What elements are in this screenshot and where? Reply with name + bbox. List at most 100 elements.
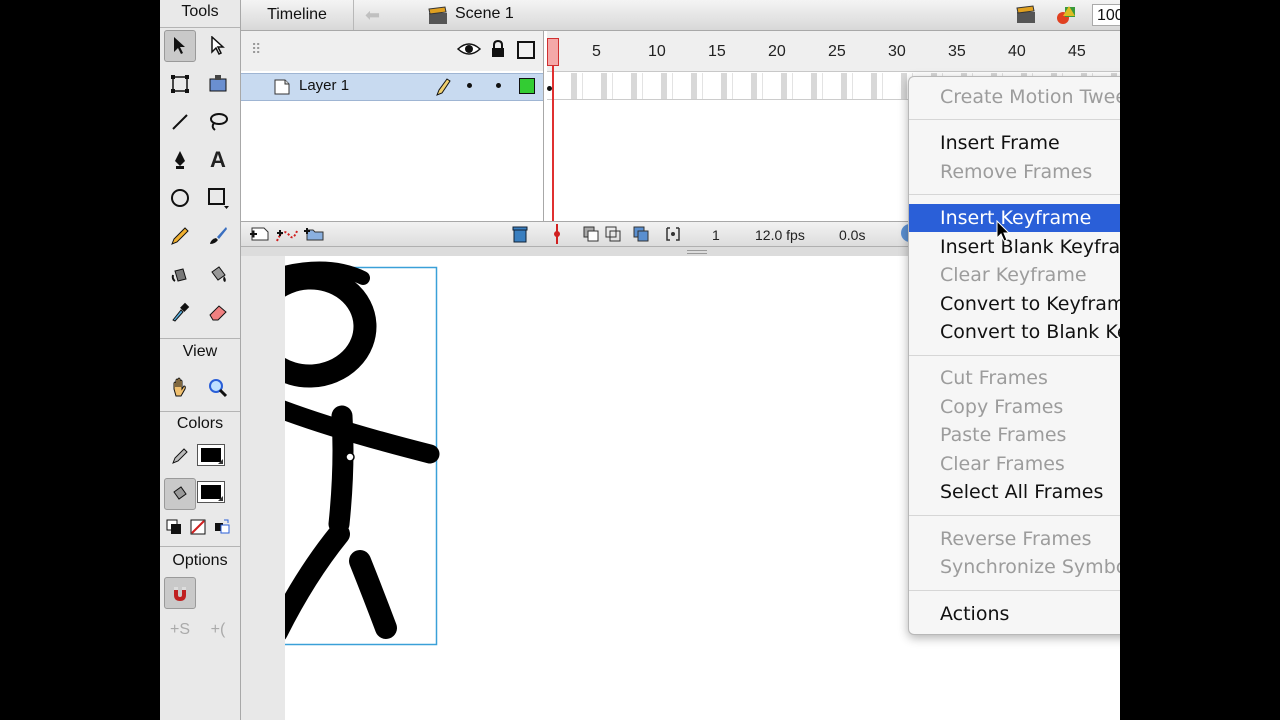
elapsed-time-label: 0.0s [839,227,866,243]
line-tool-icon[interactable] [164,106,196,138]
stroke-color-icon [164,440,196,472]
scene-clapper-icon [427,6,449,31]
splitter-grip [687,250,707,254]
outline-toggle-icon[interactable] [517,41,535,59]
menu-item-insert-keyframe[interactable]: Insert Keyframe [909,204,1120,232]
divider [160,338,240,339]
menu-item-select-all-frames[interactable]: Select All Frames [909,478,1120,506]
visibility-dot[interactable] [467,83,472,88]
playhead-line [552,66,554,221]
ruler-num: 25 [828,43,846,60]
zoom-tool-icon[interactable] [202,372,234,404]
scene-label[interactable]: Scene 1 [455,5,514,23]
brush-tool-icon[interactable] [202,220,234,252]
tools-title: Tools [181,3,219,20]
menu-separator [909,119,1120,120]
fill-color-icon [164,478,196,510]
ink-bottle-tool-icon[interactable] [164,258,196,290]
drag-handle-icon[interactable]: ⠿ [251,41,261,58]
onion-skin-outlines-icon[interactable] [605,226,621,245]
swap-colors-icon[interactable] [210,515,234,539]
layer-name[interactable]: Layer 1 [299,77,349,94]
menu-item-convert-to-keyframes[interactable]: Convert to Keyframes [909,290,1120,318]
hand-tool-icon[interactable] [164,372,196,404]
subselection-tool-icon[interactable] [202,30,234,62]
view-title: View [182,343,218,360]
menu-item-paste-frames: Paste Frames [940,424,1067,446]
playhead[interactable] [547,38,559,66]
paint-bucket-tool-icon[interactable] [202,258,234,290]
snap-to-objects-icon[interactable] [164,577,196,609]
no-color-icon[interactable] [186,515,210,539]
menu-item-clear-frames: Clear Frames [940,453,1065,475]
options-title: Options [172,552,228,569]
layer-page-icon [273,78,291,101]
eye-icon[interactable] [456,41,482,62]
colors-title: Colors [176,415,224,432]
current-frame-label: 1 [712,227,720,243]
menu-item-insert-frame[interactable]: Insert Frame [909,129,1120,157]
edit-symbols-icon[interactable] [1055,4,1079,31]
ruler-num: 45 [1068,43,1086,60]
menu-separator [909,590,1120,591]
outline-color-swatch[interactable] [519,78,535,94]
add-motion-guide-icon[interactable] [275,225,299,246]
eraser-tool-icon[interactable] [202,296,234,328]
layers-column: ⠿ Layer 1 [241,31,544,221]
stroke-color-swatch[interactable] [197,444,225,466]
fill-color-swatch[interactable] [197,481,225,503]
lock-icon[interactable] [490,39,506,64]
frame-context-menu: Create Motion Tween Insert Frame Remove … [908,76,1120,635]
frame-rate-label[interactable]: 12.0 fps [755,227,805,243]
menu-item-insert-blank-keyframe[interactable]: Insert Blank Keyframe [909,233,1120,261]
menu-separator [909,194,1120,195]
modify-onion-markers-icon[interactable] [665,226,681,245]
text-tool-icon[interactable]: A [202,144,234,176]
divider [160,411,240,412]
smooth-option-icon: +S [169,621,190,638]
free-transform-tool-icon[interactable] [164,68,196,100]
ruler-num: 10 [648,43,666,60]
menu-separator [909,515,1120,516]
lasso-tool-icon[interactable] [202,106,234,138]
lock-dot[interactable] [496,83,501,88]
menu-item-remove-frames: Remove Frames [940,161,1093,183]
layer-row[interactable]: Layer 1 [241,73,543,101]
gradient-transform-tool-icon[interactable] [202,68,234,100]
oval-tool-icon[interactable] [164,182,196,214]
ruler-num: 15 [708,43,726,60]
back-arrow-icon: ⬅ [365,5,381,25]
zoom-level-field[interactable]: 100% [1092,4,1120,26]
menu-item-create-motion-tween: Create Motion Tween [940,86,1120,108]
tab-timeline[interactable]: Timeline [241,0,354,30]
ruler-num: 20 [768,43,786,60]
menu-separator [909,355,1120,356]
ruler-num: 35 [948,43,966,60]
menu-item-synchronize-symbols: Synchronize Symbols [940,556,1120,578]
menu-item-cut-frames: Cut Frames [940,367,1048,389]
insert-folder-icon[interactable] [303,225,325,246]
pencil-edit-icon [435,77,451,102]
frame-ruler[interactable]: 1 5 10 15 20 25 30 35 40 45 [547,31,1120,72]
tools-panel: Tools A View Colors Options +S +( [160,0,241,720]
ruler-num: 40 [1008,43,1026,60]
menu-item-convert-to-blank-keyframes[interactable]: Convert to Blank Keyframes [909,318,1120,346]
selection-tool-icon[interactable] [164,30,196,62]
divider [160,546,240,547]
insert-layer-icon[interactable] [249,225,271,246]
black-white-icon[interactable] [162,515,186,539]
menu-item-clear-keyframe: Clear Keyframe [940,264,1087,286]
delete-layer-icon[interactable] [511,225,529,246]
rectangle-tool-icon[interactable] [202,182,234,214]
edit-scene-icon[interactable] [1015,5,1039,30]
edit-multiple-frames-icon[interactable] [633,226,649,245]
layers-header: ⠿ [241,31,543,71]
onion-skin-icon[interactable] [583,226,599,245]
ruler-num: 30 [888,43,906,60]
pen-tool-icon[interactable] [164,144,196,176]
menu-item-copy-frames: Copy Frames [940,396,1064,418]
menu-item-actions[interactable]: Actions [909,600,1120,628]
eyedropper-tool-icon[interactable] [164,296,196,328]
center-frame-icon[interactable] [552,224,562,247]
pencil-tool-icon[interactable] [164,220,196,252]
